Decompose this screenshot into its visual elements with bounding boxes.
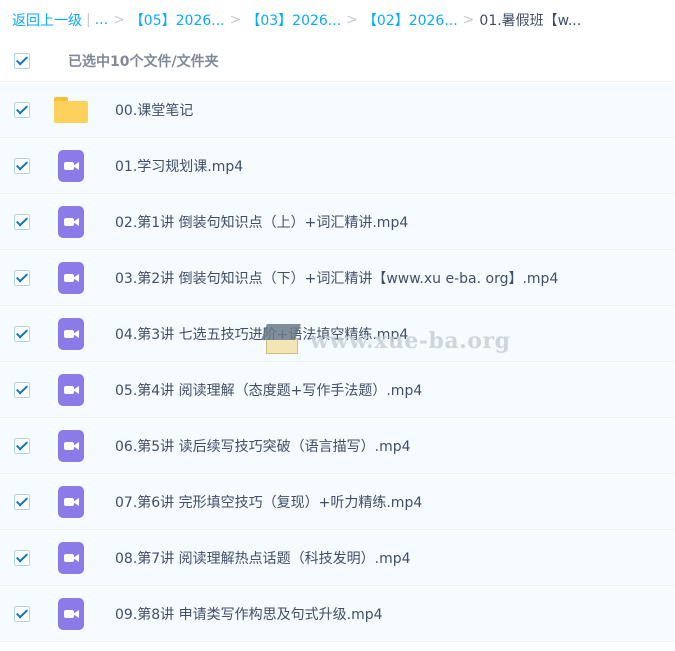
select-all-checkbox[interactable] bbox=[14, 52, 30, 69]
folder-icon bbox=[54, 96, 88, 123]
file-row[interactable]: 02.第1讲 倒装句知识点（上）+词汇精讲.mp4 bbox=[0, 194, 675, 250]
file-name[interactable]: 01.学习规划课.mp4 bbox=[115, 156, 243, 176]
breadcrumb-item-1[interactable]: 【05】2026... bbox=[130, 10, 225, 30]
row-checkbox[interactable] bbox=[14, 157, 30, 174]
file-name[interactable]: 09.第8讲 申请类写作构思及句式升级.mp4 bbox=[115, 604, 383, 624]
back-link[interactable]: 返回上一级 bbox=[12, 10, 82, 30]
file-row[interactable]: 05.第4讲 阅读理解（态度题+写作手法题）.mp4 bbox=[0, 362, 675, 418]
row-checkbox[interactable] bbox=[14, 213, 30, 230]
video-file-icon bbox=[58, 597, 84, 630]
video-file-icon bbox=[58, 541, 84, 574]
file-name[interactable]: 07.第6讲 完形填空技巧（复现）+听力精练.mp4 bbox=[115, 492, 422, 512]
file-name[interactable]: 00.课堂笔记 bbox=[115, 100, 193, 120]
file-row[interactable]: 06.第5讲 读后续写技巧突破（语言描写）.mp4 bbox=[0, 418, 675, 474]
row-checkbox[interactable] bbox=[14, 493, 30, 510]
row-checkbox[interactable] bbox=[14, 381, 30, 398]
row-checkbox[interactable] bbox=[14, 549, 30, 566]
file-list: 00.课堂笔记 01.学习规划课.mp4 02.第1讲 倒装句知识点（上）+词汇… bbox=[0, 82, 675, 642]
breadcrumb-divider: | bbox=[86, 12, 91, 28]
breadcrumb-current: 01.暑假班【w... bbox=[479, 13, 582, 29]
list-header: 已选中10个文件/文件夹 bbox=[0, 40, 675, 82]
file-row[interactable]: 01.学习规划课.mp4 bbox=[0, 138, 675, 194]
video-file-icon bbox=[58, 429, 84, 462]
file-name[interactable]: 04.第3讲 七选五技巧进阶+语法填空精练.mp4 bbox=[115, 324, 408, 344]
file-row[interactable]: 04.第3讲 七选五技巧进阶+语法填空精练.mp4 bbox=[0, 306, 675, 362]
file-row[interactable]: 08.第7讲 阅读理解热点话题（科技发明）.mp4 bbox=[0, 530, 675, 586]
breadcrumb-item-2[interactable]: 【03】2026... bbox=[246, 10, 341, 30]
breadcrumb-separator: > bbox=[229, 12, 242, 28]
row-checkbox[interactable] bbox=[14, 437, 30, 454]
row-checkbox[interactable] bbox=[14, 605, 30, 622]
row-checkbox[interactable] bbox=[14, 325, 30, 342]
video-file-icon bbox=[58, 261, 84, 294]
row-checkbox[interactable] bbox=[14, 269, 30, 286]
video-file-icon bbox=[58, 373, 84, 406]
video-file-icon bbox=[58, 317, 84, 350]
file-row[interactable]: 09.第8讲 申请类写作构思及句式升级.mp4 bbox=[0, 586, 675, 642]
file-row[interactable]: 00.课堂笔记 bbox=[0, 82, 675, 138]
file-row[interactable]: 03.第2讲 倒装句知识点（下）+词汇精讲【www.xu e-ba. org】.… bbox=[0, 250, 675, 306]
breadcrumb: 返回上一级 | ... > 【05】2026... > 【03】2026... … bbox=[0, 0, 675, 40]
file-name[interactable]: 02.第1讲 倒装句知识点（上）+词汇精讲.mp4 bbox=[115, 212, 408, 232]
breadcrumb-ellipsis[interactable]: ... bbox=[95, 12, 108, 28]
video-file-icon bbox=[58, 149, 84, 182]
file-name[interactable]: 08.第7讲 阅读理解热点话题（科技发明）.mp4 bbox=[115, 548, 411, 568]
selected-count-label: 已选中10个文件/文件夹 bbox=[68, 53, 219, 70]
breadcrumb-item-3[interactable]: 【02】2026... bbox=[363, 10, 458, 30]
video-file-icon bbox=[58, 485, 84, 518]
breadcrumb-separator: > bbox=[462, 12, 475, 28]
file-name[interactable]: 05.第4讲 阅读理解（态度题+写作手法题）.mp4 bbox=[115, 380, 422, 400]
file-name[interactable]: 06.第5讲 读后续写技巧突破（语言描写）.mp4 bbox=[115, 436, 411, 456]
breadcrumb-separator: > bbox=[113, 12, 125, 28]
row-checkbox[interactable] bbox=[14, 101, 30, 118]
video-file-icon bbox=[58, 205, 84, 238]
breadcrumb-separator: > bbox=[346, 12, 358, 28]
file-row[interactable]: 07.第6讲 完形填空技巧（复现）+听力精练.mp4 bbox=[0, 474, 675, 530]
file-name[interactable]: 03.第2讲 倒装句知识点（下）+词汇精讲【www.xu e-ba. org】.… bbox=[115, 268, 558, 288]
